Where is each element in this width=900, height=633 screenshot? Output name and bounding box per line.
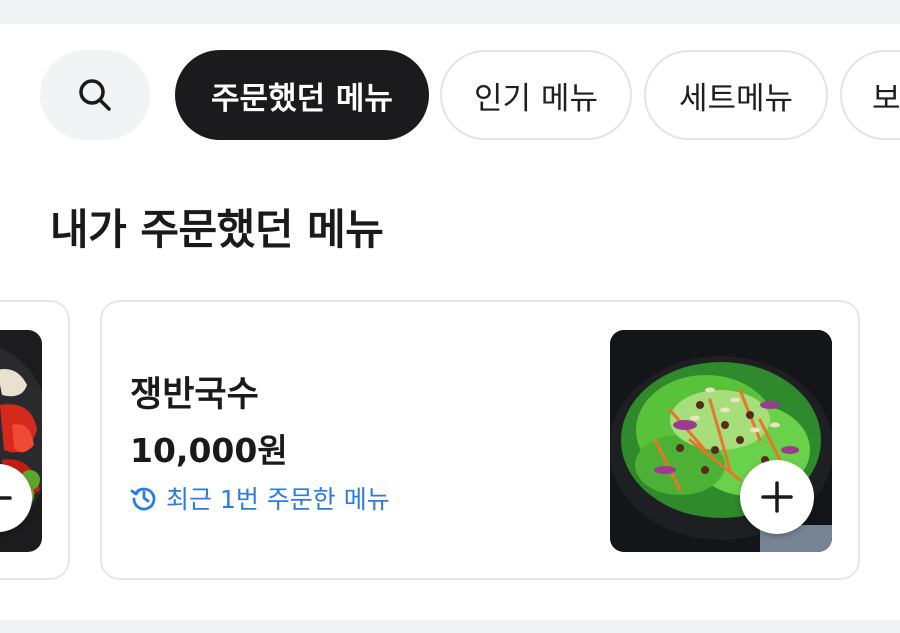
search-button[interactable] [40,50,150,140]
reorder-note: 최근 1번 주문한 메뉴 [130,480,390,516]
chip-label: 보 [872,80,900,117]
section-title: 내가 주문했던 메뉴 [50,205,384,254]
chip-more[interactable]: 보 [840,50,900,140]
chip-set-menu[interactable]: 세트메뉴 [644,50,828,140]
search-icon [79,79,111,111]
menu-card[interactable]: 쟁반국수 10,000원 최근 1번 주문한 메뉴 [100,300,860,580]
plus-icon [761,481,793,513]
food-thumbnail [610,330,832,552]
add-button[interactable] [740,460,814,534]
chip-ordered-menu[interactable]: 주문했던 메뉴 [175,50,429,140]
clock-history-icon [130,487,156,511]
item-price: 10,000원 [130,431,288,470]
plus-icon [0,496,12,500]
chip-label: 인기 메뉴 [474,80,598,117]
item-name: 쟁반국수 [130,375,259,415]
chip-label: 주문했던 메뉴 [211,80,393,117]
chip-popular-menu[interactable]: 인기 메뉴 [440,50,632,140]
reorder-note-text: 최근 1번 주문한 메뉴 [166,485,390,514]
menu-card-previous[interactable] [0,300,70,580]
menu-panel: 주문했던 메뉴 인기 메뉴 세트메뉴 보 내가 주문했던 메뉴 쟁반국수 10,… [0,24,900,620]
chip-label: 세트메뉴 [678,80,794,117]
